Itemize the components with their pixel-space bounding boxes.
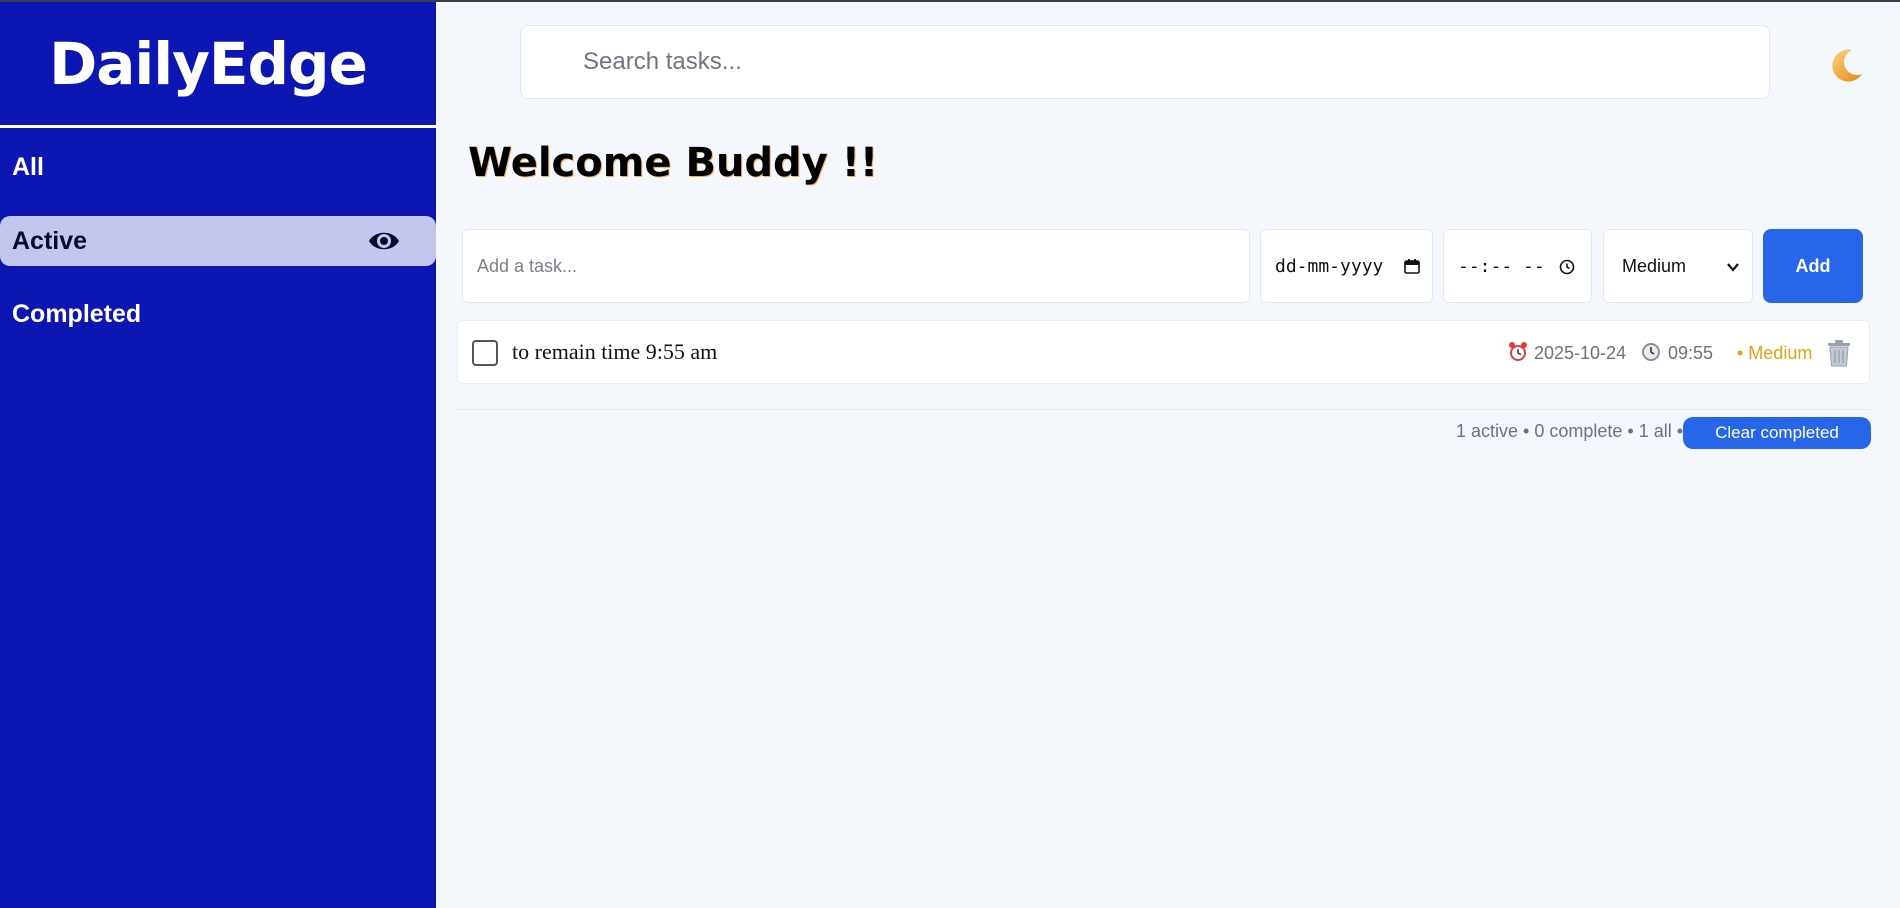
eye-icon — [369, 232, 399, 250]
clock-icon[interactable] — [1559, 259, 1575, 275]
time-field[interactable]: --:-- -- — [1443, 229, 1592, 303]
date-field[interactable]: dd-mm-yyyy — [1260, 229, 1433, 303]
moon-icon[interactable] — [1826, 46, 1866, 86]
time-placeholder: --:-- -- — [1458, 255, 1545, 277]
date-placeholder: dd-mm-yyyy — [1275, 255, 1384, 277]
task-text: to remain time 9:55 am — [512, 339, 718, 364]
brand-logo-text: DailyEdge — [49, 29, 368, 98]
alarm-clock-icon — [1509, 342, 1527, 361]
chevron-down-icon — [1727, 263, 1739, 272]
list-divider — [457, 409, 1870, 410]
task-item: to remain time 9:55 am 2025-10-24 09:55 … — [457, 320, 1870, 384]
sidebar-item-completed[interactable]: Completed — [0, 289, 436, 339]
sidebar-item-label: Active — [12, 226, 88, 255]
sidebar-item-all[interactable]: All — [0, 142, 436, 192]
task-priority-badge: • Medium — [1737, 343, 1813, 363]
priority-select[interactable]: Medium — [1603, 229, 1753, 303]
task-checkbox[interactable] — [472, 340, 498, 366]
brand-header: DailyEdge — [0, 2, 436, 128]
sidebar: DailyEdge All Active Completed — [0, 2, 436, 908]
sidebar-item-label: Completed — [12, 299, 142, 328]
task-due-time: 09:55 — [1668, 343, 1714, 363]
add-task-button[interactable]: Add — [1763, 229, 1863, 303]
task-stats: 1 active • 0 complete • 1 all • — [1456, 421, 1684, 441]
clear-completed-button[interactable]: Clear completed — [1683, 417, 1871, 449]
clock-icon — [1642, 343, 1660, 361]
task-input[interactable] — [462, 229, 1250, 303]
calendar-icon[interactable] — [1404, 258, 1420, 274]
search-input[interactable] — [520, 25, 1770, 99]
trash-icon[interactable] — [1826, 339, 1852, 367]
priority-selected-value: Medium — [1622, 255, 1687, 276]
task-due-date: 2025-10-24 — [1534, 343, 1627, 363]
sidebar-item-label: All — [12, 152, 44, 181]
page-title: Welcome Buddy !! — [468, 140, 879, 186]
sidebar-item-active[interactable]: Active — [0, 216, 436, 266]
